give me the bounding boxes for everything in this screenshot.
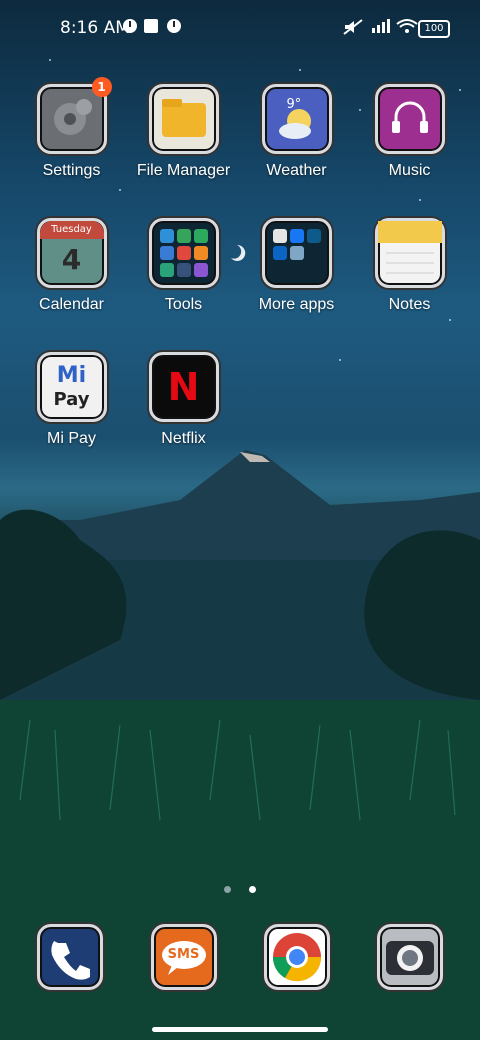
app-calendar[interactable]: Tuesday 4 Calendar — [15, 218, 128, 314]
mi-pay-mi: Mi — [56, 363, 87, 388]
app-label: Notes — [388, 296, 431, 313]
app-file-manager[interactable]: File Manager — [127, 84, 240, 180]
app-folder-tools[interactable]: Tools — [127, 218, 240, 314]
app-label: File Manager — [136, 162, 231, 179]
folder-icon — [148, 84, 219, 154]
app-settings[interactable]: 1 Settings — [15, 77, 128, 180]
dock-phone[interactable] — [13, 924, 126, 990]
sms-icon: SMS — [150, 924, 217, 990]
page-dot[interactable] — [224, 886, 232, 893]
notes-icon — [374, 218, 445, 288]
app-mi-pay[interactable]: Mi Pay Mi Pay — [15, 352, 128, 448]
notification-badge: 1 — [91, 77, 112, 97]
mi-pay-pay: Pay — [53, 389, 90, 410]
home-gesture-bar[interactable] — [152, 1027, 328, 1032]
notification-square-icon — [144, 18, 158, 38]
app-music[interactable]: Music — [353, 84, 466, 180]
chrome-icon — [263, 924, 330, 990]
app-label: More apps — [258, 296, 335, 313]
calendar-day: 4 — [61, 243, 82, 276]
status-bar: 8:16 AM 100 — [0, 0, 480, 56]
calendar-icon: Tuesday 4 — [36, 218, 107, 288]
signal-icon — [370, 18, 392, 38]
more-apps-folder-icon — [261, 218, 332, 288]
page-dot-current[interactable] — [248, 886, 256, 893]
battery-indicator: 100 — [418, 20, 450, 38]
sms-text: SMS — [167, 947, 200, 962]
app-label: Netflix — [161, 430, 206, 447]
dock-camera[interactable] — [353, 924, 466, 990]
mute-icon — [342, 18, 364, 40]
app-label: Settings — [42, 162, 101, 179]
weather-icon: 9° — [261, 84, 332, 154]
app-netflix[interactable]: N Netflix — [127, 352, 240, 448]
notification-icon — [122, 18, 138, 38]
headphones-icon — [374, 84, 445, 154]
app-notes[interactable]: Notes — [353, 218, 466, 314]
app-label: Tools — [164, 296, 203, 313]
camera-icon — [376, 924, 443, 990]
notification-icon-2 — [166, 18, 182, 38]
dock-messages[interactable]: SMS — [127, 924, 240, 990]
tools-folder-icon — [148, 218, 219, 288]
weather-temp: 9° — [286, 97, 302, 112]
app-folder-more-apps[interactable]: More apps — [240, 218, 353, 314]
app-label: Weather — [266, 162, 327, 179]
app-weather[interactable]: 9° Weather — [240, 84, 353, 180]
dock-chrome[interactable] — [240, 924, 353, 990]
app-label: Calendar — [39, 296, 104, 313]
mi-pay-icon: Mi Pay — [36, 352, 107, 422]
netflix-letter: N — [167, 365, 200, 409]
calendar-weekday: Tuesday — [39, 221, 104, 239]
phone-icon — [36, 924, 103, 990]
page-indicator[interactable] — [0, 878, 480, 897]
wifi-icon — [396, 18, 418, 38]
app-label: Mi Pay — [47, 430, 96, 447]
status-time: 8:16 AM — [60, 18, 130, 38]
gear-icon: 1 — [36, 77, 112, 154]
app-label: Music — [388, 162, 431, 179]
netflix-icon: N — [148, 352, 219, 422]
